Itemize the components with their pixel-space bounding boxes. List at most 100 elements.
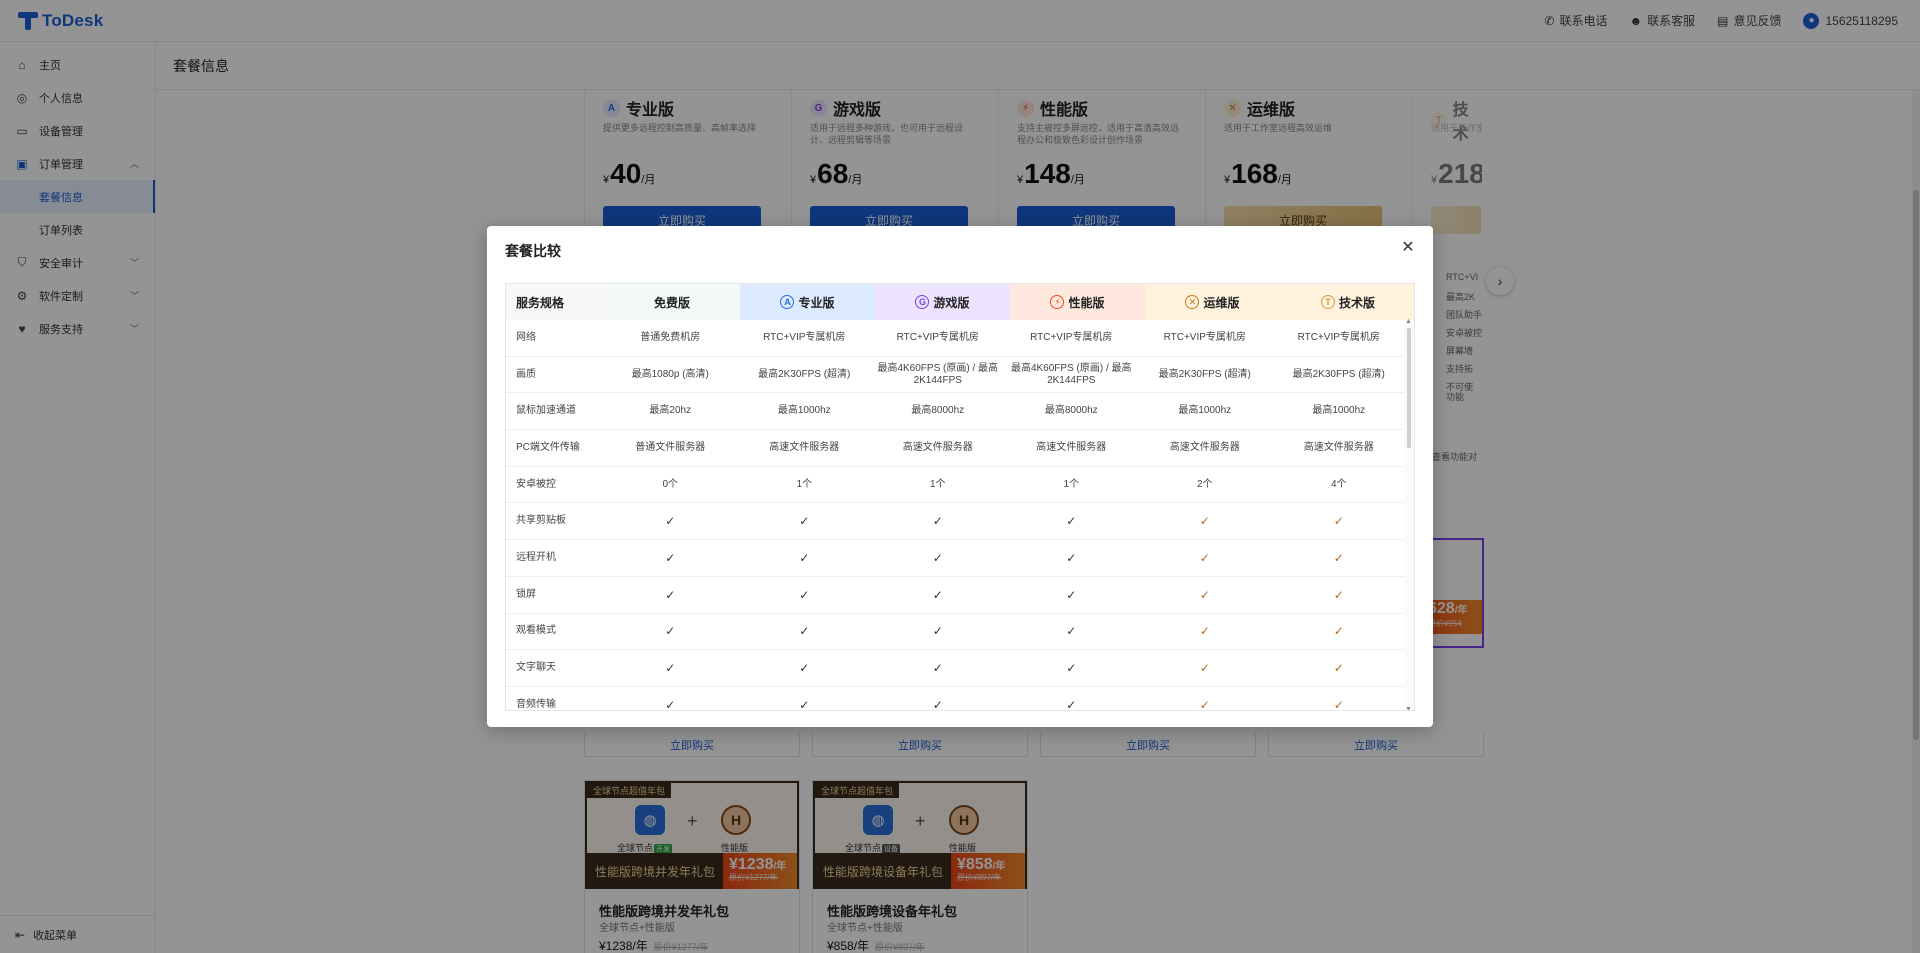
- check-icon: ✓: [1199, 514, 1210, 529]
- table-cell: 2个: [1196, 478, 1213, 490]
- check-icon: ✓: [1333, 550, 1344, 565]
- check-icon: ✓: [665, 661, 676, 676]
- row-label: 鼠标加速通道: [516, 405, 576, 417]
- table-cell: 最高1000hz: [777, 405, 831, 417]
- table-cell: 高速文件服务器: [1169, 441, 1240, 453]
- row-label: 画质: [516, 368, 536, 380]
- plan-compare-modal: 套餐比较 ✕ 服务规格 免费版 A 专业版 G 游戏版 ⚡ 性能版 ✕ 运维版 T 技术版 网络 普通免…: [487, 226, 1433, 727]
- row-label: 网络: [516, 331, 536, 343]
- tech-icon: T: [1320, 295, 1335, 309]
- row-label: 安卓被控: [516, 478, 556, 490]
- table-cell: 最高1000hz: [1312, 405, 1366, 417]
- row-label: 观看模式: [516, 625, 556, 637]
- table-cell: 最高8000hz: [911, 405, 965, 417]
- table-row: 文字聊天 ✓ ✓ ✓ ✓ ✓ ✓: [506, 650, 1406, 687]
- column-header-label: 性能版: [1068, 295, 1105, 310]
- table-cell: 最高2K30FPS (超清): [1292, 368, 1385, 380]
- table-cell: 高速文件服务器: [1303, 441, 1374, 453]
- table-cell: 1个: [796, 478, 813, 490]
- row-label: PC端文件传输: [516, 441, 580, 453]
- check-icon: ✓: [1066, 514, 1077, 529]
- row-label: 锁屏: [516, 588, 536, 600]
- check-icon: ✓: [1199, 697, 1210, 711]
- check-icon: ✓: [932, 661, 943, 676]
- table-cell: RTC+VIP专属机房: [1297, 331, 1380, 343]
- close-icon: ✕: [1401, 239, 1415, 256]
- table-scrollbar[interactable]: ▲ ▼: [1404, 318, 1414, 710]
- table-cell: 0个: [662, 478, 679, 490]
- check-icon: ✓: [932, 587, 943, 602]
- check-icon: ✓: [1066, 697, 1077, 711]
- column-header-label: 技术版: [1338, 295, 1375, 310]
- check-icon: ✓: [799, 550, 810, 565]
- column-header-label: 专业版: [798, 295, 835, 310]
- column-header-label: 服务规格: [516, 295, 565, 310]
- check-icon: ✓: [665, 514, 676, 529]
- check-icon: ✓: [799, 697, 810, 711]
- column-header: 服务规格: [506, 284, 604, 320]
- check-icon: ✓: [932, 550, 943, 565]
- table-row: 音频传输 ✓ ✓ ✓ ✓ ✓ ✓: [506, 687, 1406, 711]
- table-cell: 普通免费机房: [640, 331, 701, 343]
- check-icon: ✓: [1333, 661, 1344, 676]
- table-row: 网络 普通免费机房 RTC+VIP专属机房 RTC+VIP专属机房 RTC+VIP专属机…: [506, 320, 1406, 357]
- row-label: 音频传输: [516, 698, 556, 710]
- check-icon: ✓: [1066, 661, 1077, 676]
- column-header: ✕ 运维版: [1145, 284, 1280, 320]
- column-header: T 技术版: [1280, 284, 1414, 320]
- check-icon: ✓: [799, 587, 810, 602]
- table-row: 共享剪贴板 ✓ ✓ ✓ ✓ ✓ ✓: [506, 503, 1406, 541]
- performance-icon: ⚡: [1050, 295, 1065, 309]
- check-icon: ✓: [665, 550, 676, 565]
- table-cell: 最高1080p (高清): [631, 368, 709, 380]
- column-header: ⚡ 性能版: [1010, 284, 1145, 320]
- table-cell: 1个: [1063, 478, 1080, 490]
- table-cell: 1个: [929, 478, 946, 490]
- table-row: 画质 最高1080p (高清) 最高2K30FPS (超清) 最高4K60FPS (原…: [506, 357, 1406, 394]
- column-header-label: 免费版: [653, 295, 690, 310]
- column-header: G 游戏版: [875, 284, 1010, 320]
- table-cell: RTC+VIP专属机房: [1163, 331, 1246, 343]
- column-header-label: 运维版: [1203, 295, 1240, 310]
- pro-icon: A: [780, 295, 795, 309]
- row-label: 共享剪贴板: [516, 515, 566, 527]
- game-icon: G: [915, 295, 930, 309]
- table-cell: 最高4K60FPS (原画) / 最高2K144FPS: [1010, 362, 1132, 386]
- check-icon: ✓: [932, 514, 943, 529]
- table-row: PC端文件传输 普通文件服务器 高速文件服务器 高速文件服务器 高速文件服务器 高速文件服…: [506, 430, 1406, 467]
- table-cell: 最高1000hz: [1178, 405, 1232, 417]
- check-icon: ✓: [1199, 587, 1210, 602]
- check-icon: ✓: [1066, 587, 1077, 602]
- check-icon: ✓: [1199, 624, 1210, 639]
- compare-table-header: 服务规格 免费版 A 专业版 G 游戏版 ⚡ 性能版 ✕ 运维版 T 技术版: [506, 284, 1414, 320]
- table-cell: 4个: [1330, 478, 1347, 490]
- table-row: 锁屏 ✓ ✓ ✓ ✓ ✓ ✓: [506, 577, 1406, 614]
- table-cell: 高速文件服务器: [1036, 441, 1107, 453]
- check-icon: ✓: [1333, 624, 1344, 639]
- check-icon: ✓: [799, 661, 810, 676]
- ops-icon: ✕: [1185, 295, 1200, 309]
- table-cell: 普通文件服务器: [635, 441, 706, 453]
- check-icon: ✓: [1066, 550, 1077, 565]
- table-cell: 最高20hz: [649, 405, 692, 417]
- check-icon: ✓: [799, 624, 810, 639]
- column-header: A 专业版: [740, 284, 875, 320]
- table-cell: 最高8000hz: [1044, 405, 1098, 417]
- check-icon: ✓: [665, 697, 676, 711]
- table-row: 观看模式 ✓ ✓ ✓ ✓ ✓ ✓: [506, 614, 1406, 651]
- column-header: 免费版: [604, 284, 740, 320]
- check-icon: ✓: [1199, 550, 1210, 565]
- table-row: 鼠标加速通道 最高20hz 最高1000hz 最高8000hz 最高8000hz 最高10…: [506, 393, 1406, 431]
- check-icon: ✓: [1199, 661, 1210, 676]
- modal-title: 套餐比较: [505, 243, 561, 259]
- check-icon: ✓: [799, 514, 810, 529]
- table-row: 远程开机 ✓ ✓ ✓ ✓ ✓ ✓: [506, 540, 1406, 577]
- compare-table: 服务规格 免费版 A 专业版 G 游戏版 ⚡ 性能版 ✕ 运维版 T 技术版 网络 普通免费机房 RTC+…: [505, 283, 1415, 711]
- scroll-up-icon: ▲: [1405, 318, 1412, 325]
- table-cell: 高速文件服务器: [769, 441, 840, 453]
- check-icon: ✓: [1333, 514, 1344, 529]
- table-cell: 最高4K60FPS (原画) / 最高2K144FPS: [877, 362, 999, 386]
- table-cell: RTC+VIP专属机房: [896, 331, 979, 343]
- compare-table-body[interactable]: 网络 普通免费机房 RTC+VIP专属机房 RTC+VIP专属机房 RTC+VIP专属机…: [506, 320, 1406, 711]
- close-button[interactable]: ✕: [1397, 236, 1419, 258]
